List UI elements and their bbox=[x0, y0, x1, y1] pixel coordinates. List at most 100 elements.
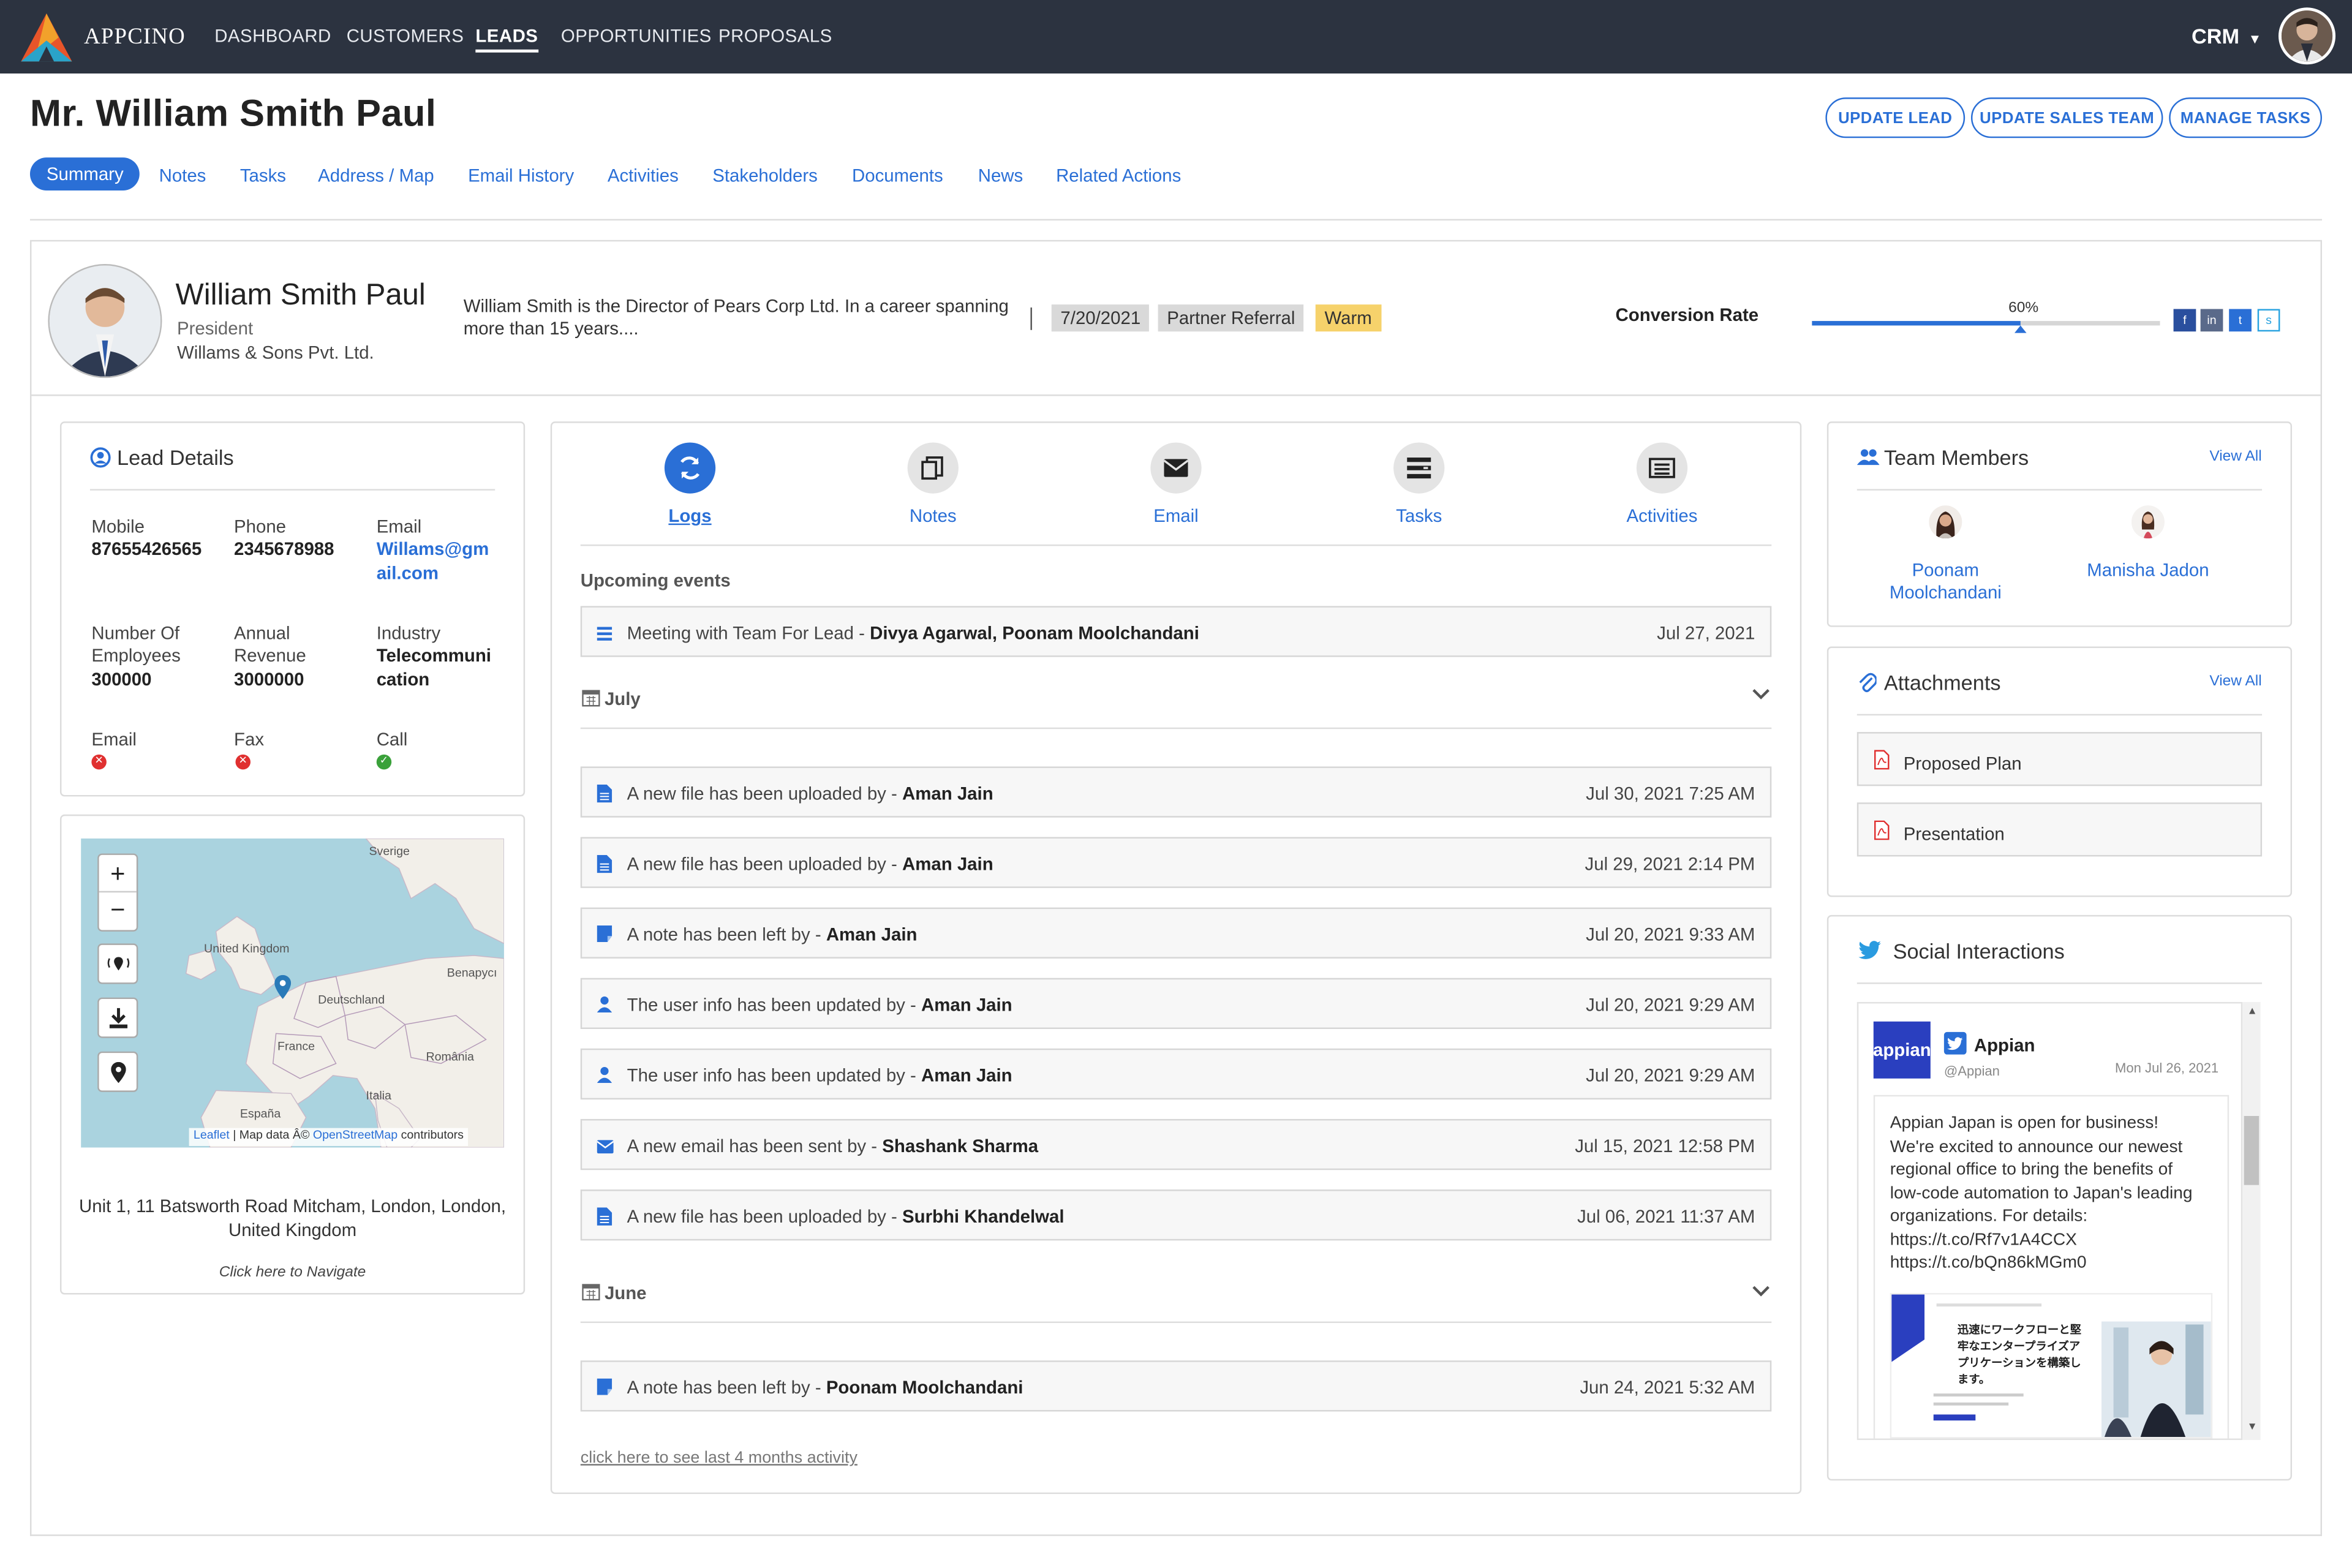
update-sales-team-button[interactable]: UPDATE SALES TEAM bbox=[1970, 97, 2163, 138]
note-icon bbox=[597, 1378, 612, 1395]
tab-address-map[interactable]: Address / Map bbox=[318, 165, 434, 186]
activity-log-row[interactable]: A note has been left by - Aman Jain Jul 2… bbox=[580, 907, 1772, 959]
zoom-out-button[interactable]: − bbox=[99, 892, 137, 930]
notes-tab-button[interactable] bbox=[907, 442, 959, 494]
nav-leads[interactable]: LEADS bbox=[475, 26, 538, 53]
leaflet-link[interactable]: Leaflet bbox=[194, 1128, 230, 1142]
divider bbox=[580, 727, 1772, 729]
notes-label[interactable]: Notes bbox=[888, 505, 978, 526]
brand-name: APPCINO bbox=[84, 24, 186, 49]
divider bbox=[580, 1321, 1772, 1323]
member-name-line1[interactable]: Poonam bbox=[1881, 559, 2010, 580]
upcoming-event-row[interactable]: Meeting with Team For Lead - Divya Agarw… bbox=[580, 606, 1772, 657]
employees-label-line1: Number Of bbox=[91, 622, 180, 644]
marker-button[interactable] bbox=[97, 1051, 138, 1092]
tasks-label[interactable]: Tasks bbox=[1374, 505, 1464, 526]
member-avatar[interactable] bbox=[2132, 505, 2165, 539]
linkedin-icon[interactable]: in bbox=[2200, 309, 2223, 332]
facebook-icon[interactable]: f bbox=[2173, 309, 2196, 332]
zoom-in-button[interactable]: + bbox=[99, 855, 137, 893]
attachments-view-all-link[interactable]: View All bbox=[2209, 674, 2261, 690]
zoom-controls: + − bbox=[97, 853, 138, 932]
navigate-link[interactable]: Click here to Navigate bbox=[60, 1264, 525, 1281]
member-name[interactable]: Manisha Jadon bbox=[2070, 559, 2226, 580]
address-line2: United Kingdom bbox=[228, 1219, 357, 1241]
nav-dashboard[interactable]: DASHBOARD bbox=[214, 26, 331, 47]
pdf-file-icon bbox=[1874, 750, 1890, 770]
tweet-scrollbar[interactable]: ▲ ▼ bbox=[2242, 1001, 2261, 1441]
log-text: A new file has been uploaded by bbox=[627, 783, 886, 804]
scroll-down-icon[interactable]: ▼ bbox=[2247, 1422, 2258, 1433]
tab-email-history[interactable]: Email History bbox=[468, 165, 574, 186]
tab-notes[interactable]: Notes bbox=[159, 165, 206, 186]
tab-related-actions[interactable]: Related Actions bbox=[1056, 165, 1181, 186]
separator-text: - bbox=[905, 1065, 922, 1087]
activities-tab-button[interactable] bbox=[1636, 442, 1688, 494]
tab-summary[interactable]: Summary bbox=[29, 157, 140, 191]
logs-tab-button[interactable] bbox=[664, 442, 716, 494]
activity-log-row[interactable]: A new email has been sent by - Shashank … bbox=[580, 1118, 1772, 1170]
brand[interactable]: APPCINO bbox=[18, 10, 186, 64]
tweet-account[interactable]: Appian bbox=[1974, 1035, 2035, 1056]
tab-documents[interactable]: Documents bbox=[852, 165, 943, 186]
osm-link[interactable]: OpenStreetMap bbox=[313, 1128, 398, 1142]
activity-log-row[interactable]: The user info has been updated by - Aman… bbox=[580, 1048, 1772, 1100]
scrollbar-thumb[interactable] bbox=[2244, 1116, 2260, 1185]
activity-log-row[interactable]: A new file has been uploaded by - Aman J… bbox=[580, 837, 1772, 888]
broadcast-pin-icon bbox=[107, 956, 129, 970]
tweet-image[interactable]: 迅速にワークフローと堅 牢なエンタープライズア プリケーションを構築し ます。 bbox=[1890, 1293, 2213, 1439]
logs-label[interactable]: Logs bbox=[645, 505, 735, 526]
email-label[interactable]: Email bbox=[1131, 505, 1221, 526]
locate-me-button[interactable] bbox=[97, 943, 138, 984]
tab-tasks[interactable]: Tasks bbox=[240, 165, 286, 186]
revenue-value: 3000000 bbox=[234, 669, 304, 690]
update-lead-button[interactable]: UPDATE LEAD bbox=[1825, 97, 1966, 138]
team-members-title: Team Members bbox=[1883, 445, 2029, 470]
skype-icon[interactable]: s bbox=[2257, 309, 2280, 332]
download-button[interactable] bbox=[97, 997, 138, 1038]
activity-log-row[interactable]: A new file has been uploaded by - Aman J… bbox=[580, 766, 1772, 818]
email-label: Email bbox=[376, 516, 422, 537]
crm-label: CRM bbox=[2191, 24, 2240, 48]
chevron-down-icon[interactable] bbox=[1752, 684, 1770, 705]
chevron-down-icon[interactable] bbox=[1752, 1278, 1770, 1305]
tweet-feed[interactable]: appian Appian @Appian Mon Jul 26, 2021 A… bbox=[1856, 1001, 2243, 1441]
tweet-link[interactable]: https://t.co/Rf7v1A4CCX bbox=[1890, 1229, 2193, 1253]
tab-activities[interactable]: Activities bbox=[608, 165, 679, 186]
member-avatar[interactable] bbox=[1929, 505, 1962, 539]
calendar-icon bbox=[582, 690, 600, 707]
caret-down-icon: ▼ bbox=[2248, 31, 2262, 47]
manage-tasks-button[interactable]: MANAGE TASKS bbox=[2169, 97, 2323, 138]
twitter-icon[interactable]: t bbox=[2229, 309, 2252, 332]
map-pin-icon[interactable] bbox=[274, 974, 292, 1000]
tweet-link[interactable]: https://t.co/bQn86kMGm0 bbox=[1890, 1253, 2193, 1276]
attachment-item[interactable]: Proposed Plan bbox=[1856, 732, 2263, 786]
crm-menu[interactable]: CRM ▼ bbox=[2192, 24, 2261, 48]
x-circle-icon: ✕ bbox=[235, 754, 251, 770]
separator-text: - bbox=[810, 924, 826, 945]
attachment-item[interactable]: Presentation bbox=[1856, 802, 2263, 857]
log-text: The user info has been updated by bbox=[627, 994, 905, 1016]
tab-news[interactable]: News bbox=[978, 165, 1023, 186]
see-more-activity-link[interactable]: click here to see last 4 months activity bbox=[581, 1449, 858, 1467]
team-view-all-link[interactable]: View All bbox=[2209, 448, 2261, 465]
activities-label[interactable]: Activities bbox=[1617, 505, 1707, 526]
map-view[interactable] bbox=[81, 838, 504, 1148]
scroll-up-icon[interactable]: ▲ bbox=[2247, 1006, 2258, 1017]
user-avatar[interactable] bbox=[2278, 7, 2336, 65]
email-value-line1[interactable]: Willams@gm bbox=[377, 538, 489, 559]
activity-log-row[interactable]: A new file has been uploaded by - Surbhi… bbox=[580, 1189, 1772, 1241]
email-tab-button[interactable] bbox=[1150, 442, 1202, 494]
activity-log-row[interactable]: A note has been left by - Poonam Moolcha… bbox=[580, 1360, 1772, 1412]
tweet-line: We're excited to announce our newest bbox=[1890, 1137, 2183, 1156]
tasks-tab-button[interactable] bbox=[1393, 442, 1445, 494]
tab-stakeholders[interactable]: Stakeholders bbox=[712, 165, 818, 186]
nav-proposals[interactable]: PROPOSALS bbox=[718, 26, 832, 47]
activity-log-row[interactable]: The user info has been updated by - Aman… bbox=[580, 978, 1772, 1029]
conversion-rate-marker bbox=[2015, 325, 2027, 333]
nav-opportunities[interactable]: OPPORTUNITIES bbox=[561, 26, 712, 47]
nav-customers[interactable]: CUSTOMERS bbox=[347, 26, 464, 47]
email-value-line2[interactable]: ail.com bbox=[377, 562, 439, 583]
attribution-text: | Map data Â© bbox=[229, 1128, 313, 1142]
member-name-line2[interactable]: Moolchandani bbox=[1881, 582, 2010, 603]
